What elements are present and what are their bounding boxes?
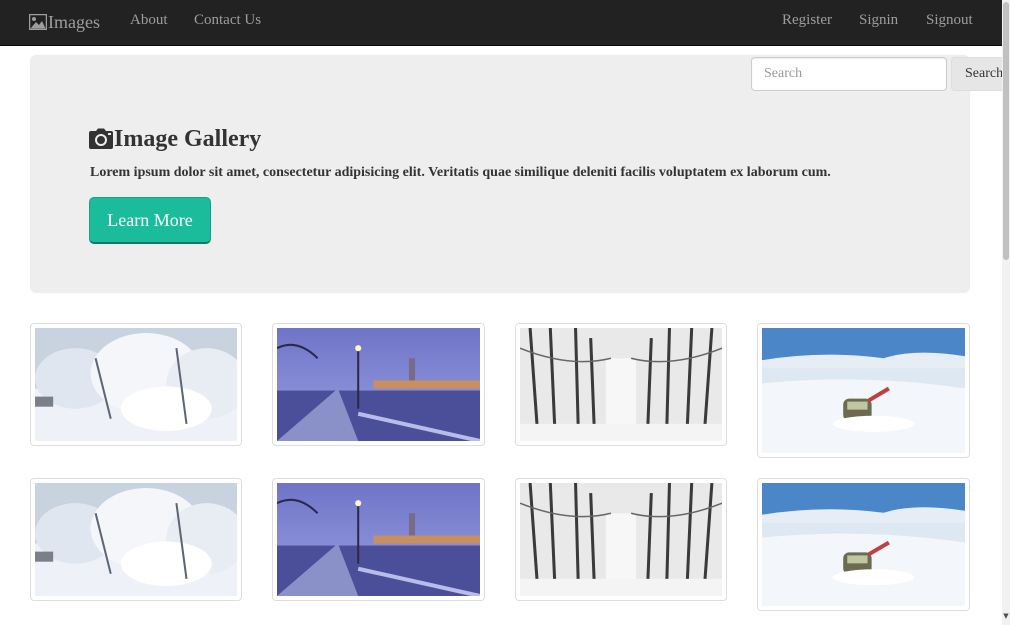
search-button[interactable]: Search xyxy=(951,57,1006,91)
nav-link-signout[interactable]: Signout xyxy=(926,12,973,29)
thumbnail-snowy-forest-path[interactable] xyxy=(515,478,727,601)
nav-link-contact-us[interactable]: Contact Us xyxy=(194,12,261,29)
camera-icon xyxy=(89,128,113,149)
thumbnail-snowy-trees[interactable] xyxy=(30,323,242,446)
thumbnail-train-in-snow[interactable] xyxy=(757,478,970,611)
search-input[interactable] xyxy=(751,57,947,91)
scrollbar-thumb[interactable] xyxy=(1003,2,1009,260)
train-in-snow-image xyxy=(762,483,965,606)
scrollbar[interactable]: ▼ xyxy=(1002,0,1010,625)
thumbnail-london-winter-night[interactable] xyxy=(272,323,485,446)
brand-link[interactable]: Images xyxy=(29,10,100,34)
snowy-trees-image xyxy=(35,328,237,441)
thumbnail-snowy-forest-path[interactable] xyxy=(515,323,727,446)
page-title-label: Image Gallery xyxy=(114,125,262,152)
navbar: Images About Contact Us Register Signin … xyxy=(0,0,1002,46)
brand-label: Images xyxy=(48,11,100,32)
learn-more-button[interactable]: Learn More xyxy=(89,197,211,244)
thumbnail-london-winter-night[interactable] xyxy=(272,478,485,601)
page-title: Image Gallery xyxy=(89,122,261,156)
nav-link-about[interactable]: About xyxy=(130,12,168,29)
nav-link-register[interactable]: Register xyxy=(782,12,832,29)
snowy-forest-path-image xyxy=(520,483,722,596)
snowy-trees-image xyxy=(35,483,237,596)
thumbnail-snowy-trees[interactable] xyxy=(30,478,242,601)
london-winter-night-image xyxy=(277,483,480,596)
thumbnail-train-in-snow[interactable] xyxy=(757,323,970,458)
nav-link-signin[interactable]: Signin xyxy=(859,12,898,29)
train-in-snow-image xyxy=(762,328,965,453)
london-winter-night-image xyxy=(277,328,480,441)
jumbotron-text: Lorem ipsum dolor sit amet, consectetur … xyxy=(90,165,831,180)
image-icon xyxy=(29,14,47,30)
snowy-forest-path-image xyxy=(520,328,722,441)
scroll-down-arrow-icon[interactable]: ▼ xyxy=(1002,611,1010,621)
